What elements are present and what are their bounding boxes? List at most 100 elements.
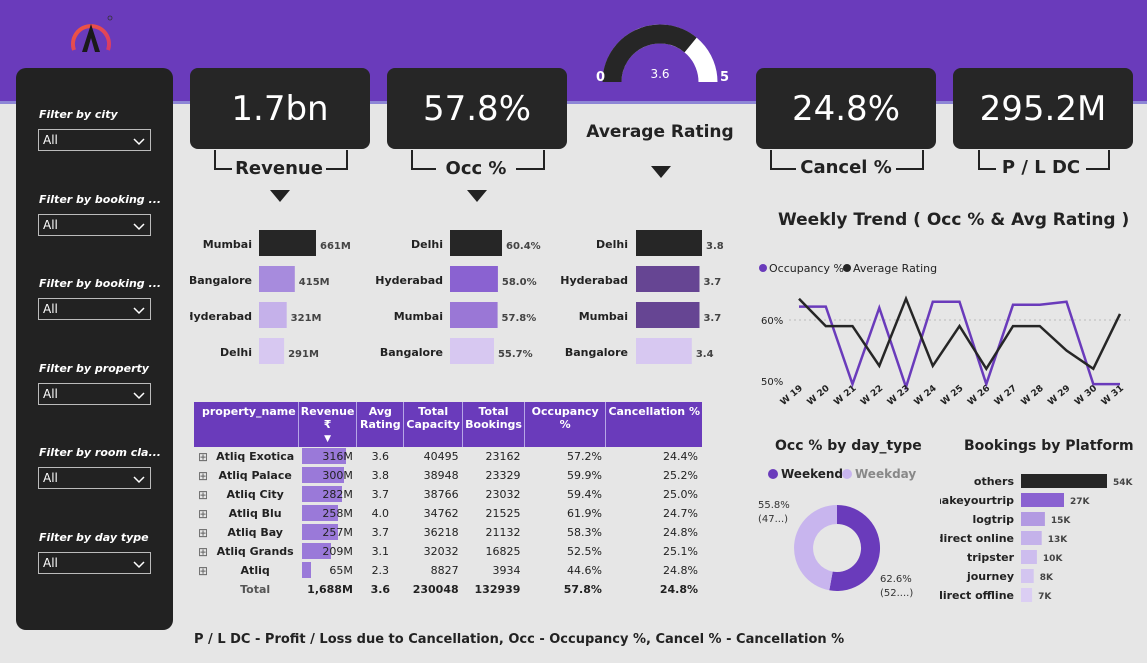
expand-icon[interactable]: ⊞	[194, 561, 212, 580]
total-capacity: 230048	[412, 583, 459, 596]
bar[interactable]	[1021, 531, 1042, 545]
bar[interactable]	[636, 230, 702, 256]
bar[interactable]	[636, 266, 700, 292]
bookings-platform-chart: others 54K makeyourtrip 27K logtrip 15K direct…	[940, 474, 1134, 602]
property-table: property_name Revenue ₹ ▼ Avg Rating Tota…	[194, 402, 702, 599]
x-tick-label: W 30	[1073, 384, 1099, 408]
legend-dot	[842, 469, 852, 479]
revenue-by-city-chart: Mumbai 661M Bangalore 415M Hyderabad 321M Delh…	[190, 230, 351, 364]
bar-category-label: Mumbai	[203, 238, 252, 251]
col-header-bookings[interactable]: Total Bookings	[462, 402, 525, 447]
chevron-down-icon	[133, 473, 145, 487]
bookings-platform-title: Bookings by Platform	[964, 438, 1134, 454]
bar[interactable]	[259, 230, 316, 256]
expand-icon[interactable]: ⊞	[194, 542, 212, 561]
col-header-rating[interactable]: Avg Rating	[356, 402, 405, 447]
gauge-max-label: 5	[720, 70, 729, 84]
col-header-capacity[interactable]: Total Capacity	[403, 402, 464, 447]
x-tick-label: W 28	[1020, 384, 1046, 408]
bookings-cell: 23162	[485, 450, 521, 463]
x-tick-label: W 24	[913, 384, 939, 408]
revenue-value: 209M	[322, 545, 353, 558]
bar[interactable]	[1021, 493, 1064, 507]
table-row[interactable]: ⊞ Atliq 65M 2.3 8827 3934 44.6% 24.8%	[194, 561, 702, 580]
bar-value-label: 54K	[1113, 478, 1134, 488]
bar-category-label: Mumbai	[579, 310, 628, 323]
capacity-cell: 34762	[423, 507, 459, 520]
filter-city-select[interactable]: All	[38, 129, 151, 151]
weekly-trend-title: Weekly Trend ( Occ % & Avg Rating )	[778, 210, 1130, 230]
filter-booking-platform-select[interactable]: All	[38, 214, 151, 236]
bar[interactable]	[450, 338, 494, 364]
capacity-cell: 40495	[423, 450, 459, 463]
bar-value-label: 60.4%	[506, 241, 541, 252]
filter-property-label: Filter by property	[39, 362, 149, 375]
kpi-revenue-label: Revenue	[232, 158, 326, 179]
table-row[interactable]: ⊞ Atliq Blu 258M 4.0 34762 21525 61.9% 24.7%	[194, 504, 702, 523]
bar[interactable]	[259, 302, 287, 328]
gauge-value-label: 3.6	[650, 67, 669, 81]
legend-label: Occupancy %	[769, 262, 844, 275]
col-header-revenue[interactable]: Revenue ₹ ▼	[298, 402, 358, 447]
bar[interactable]	[636, 338, 692, 364]
bar[interactable]	[1021, 569, 1034, 583]
expand-icon[interactable]: ⊞	[194, 523, 212, 542]
donut-slice[interactable]	[794, 505, 837, 591]
table-row[interactable]: ⊞ Atliq Bay 257M 3.7 36218 21132 58.3% 24.8%	[194, 523, 702, 542]
x-tick-label: W 27	[993, 384, 1019, 408]
revenue-databar	[302, 562, 312, 578]
bar[interactable]	[1021, 588, 1033, 602]
bar-value-label: 291M	[288, 349, 319, 360]
filter-booking-status-label: Filter by booking ...	[39, 277, 162, 290]
property-name-cell: Atliq Bay	[227, 526, 283, 539]
bar-value-label: 27K	[1070, 497, 1091, 507]
bar[interactable]	[450, 230, 502, 256]
bar-category-label: Delhi	[220, 346, 252, 359]
bar-category-label: Mumbai	[394, 310, 443, 323]
revenue-cell: 300M	[298, 466, 357, 485]
bar-category-label: logtrip	[972, 513, 1014, 526]
bar[interactable]	[636, 302, 700, 328]
total-revenue: 1,688M	[307, 583, 353, 596]
bar[interactable]	[1021, 550, 1037, 564]
bar-value-label: 7K	[1038, 592, 1052, 602]
rating-cell: 3.6	[371, 450, 390, 463]
bar-value-label: 13K	[1048, 535, 1069, 545]
property-name-cell: Atliq	[240, 564, 270, 577]
col-header-cancellation[interactable]: Cancellation %	[605, 402, 702, 447]
expand-icon[interactable]: ⊞	[194, 447, 212, 466]
bar[interactable]	[259, 338, 285, 364]
bar[interactable]	[259, 266, 295, 292]
expand-icon[interactable]: ⊞	[194, 466, 212, 485]
filter-booking-status-select[interactable]: All	[38, 298, 151, 320]
series-line[interactable]	[799, 300, 1120, 392]
x-tick-label: W 29	[1046, 384, 1072, 408]
capacity-cell: 36218	[423, 526, 459, 539]
bar[interactable]	[450, 302, 498, 328]
revenue-cell: 257M	[298, 523, 357, 542]
capacity-cell: 32032	[423, 545, 459, 558]
col-header-occupancy[interactable]: Occupancy %	[524, 402, 607, 447]
expand-icon[interactable]: ⊞	[194, 504, 212, 523]
triangle-down-icon	[467, 190, 487, 202]
bar-value-label: 58.0%	[502, 277, 537, 288]
revenue-value: 282M	[322, 488, 353, 501]
filter-property-select[interactable]: All	[38, 383, 151, 405]
table-row[interactable]: ⊞ Atliq Palace 300M 3.8 38948 23329 59.9% 25.2%	[194, 466, 702, 485]
legend-dot	[768, 469, 778, 479]
filter-room-class-select[interactable]: All	[38, 467, 151, 489]
table-row[interactable]: ⊞ Atliq Exotica 316M 3.6 40495 23162 57.2% 24.4…	[194, 447, 702, 466]
expand-icon[interactable]: ⊞	[194, 485, 212, 504]
kpi-occ-label: Occ %	[436, 158, 516, 179]
table-row[interactable]: ⊞ Atliq City 282M 3.7 38766 23032 59.4% 25.0%	[194, 485, 702, 504]
filter-day-type-select[interactable]: All	[38, 552, 151, 574]
table-row[interactable]: ⊞ Atliq Grands 209M 3.1 32032 16825 52.5% 25.1%	[194, 542, 702, 561]
series-line[interactable]	[798, 295, 1122, 372]
bar[interactable]	[1021, 474, 1107, 488]
col-header-property[interactable]: property_name	[194, 402, 299, 447]
chevron-down-icon	[133, 220, 145, 234]
bar-category-label: Bangalore	[565, 346, 628, 359]
bar-value-label: 57.8%	[502, 313, 537, 324]
bar[interactable]	[1021, 512, 1045, 526]
bar[interactable]	[450, 266, 498, 292]
